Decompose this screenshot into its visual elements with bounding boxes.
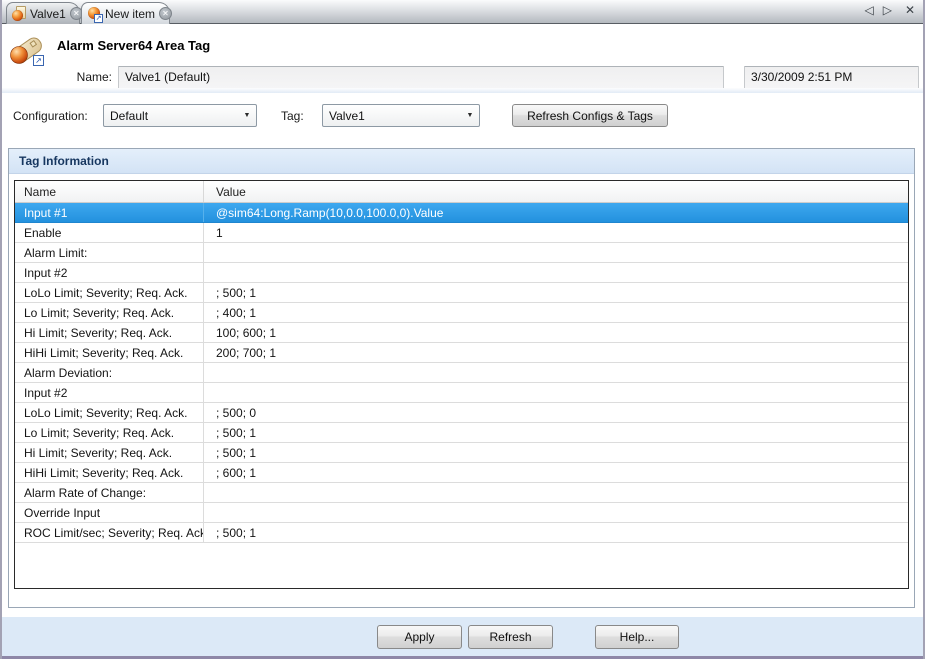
- close-icon[interactable]: ✕: [905, 4, 915, 16]
- chevron-down-icon: ▼: [238, 112, 256, 119]
- table-row[interactable]: Input #2: [15, 263, 908, 283]
- tag-information-groupbox: Tag Information Name Value Input #1 @sim…: [8, 148, 915, 608]
- tag-information-header: Tag Information: [9, 149, 914, 174]
- row-name-cell: Input #1: [15, 203, 204, 222]
- row-name-cell: Hi Limit; Severity; Req. Ack.: [15, 443, 204, 462]
- chevron-down-icon: ▼: [461, 112, 479, 119]
- row-value-cell: ; 600; 1: [204, 463, 908, 482]
- tab-valve1[interactable]: Valve1 ✕: [6, 2, 80, 24]
- row-value-cell: ; 500; 0: [204, 403, 908, 422]
- table-row[interactable]: Lo Limit; Severity; Req. Ack. ; 400; 1: [15, 303, 908, 323]
- row-value-cell: [204, 263, 908, 282]
- table-row[interactable]: Input #2: [15, 383, 908, 403]
- name-label: Name:: [60, 70, 112, 84]
- table-row[interactable]: Hi Limit; Severity; Req. Ack. 100; 600; …: [15, 323, 908, 343]
- alarm-server-tag-window: Valve1 ✕ ↗ New item ✕ ◁ ▷ ✕: [0, 0, 925, 659]
- table-header-row: Name Value: [15, 181, 908, 203]
- tab-close-icon[interactable]: ✕: [159, 7, 172, 20]
- timestamp-field: 3/30/2009 2:51 PM: [744, 66, 919, 89]
- row-name-cell: HiHi Limit; Severity; Req. Ack.: [15, 343, 204, 362]
- refresh-button[interactable]: Refresh: [468, 625, 553, 649]
- tab-new-item[interactable]: ↗ New item ✕: [81, 2, 170, 24]
- row-name-cell: Alarm Deviation:: [15, 363, 204, 382]
- row-value-cell: [204, 503, 908, 522]
- table-row[interactable]: Lo Limit; Severity; Req. Ack. ; 500; 1: [15, 423, 908, 443]
- row-value-cell: ; 500; 1: [204, 283, 908, 302]
- row-name-cell: LoLo Limit; Severity; Req. Ack.: [15, 283, 204, 302]
- configuration-label: Configuration:: [13, 109, 88, 123]
- tag-table-body: Input #1 @sim64:Long.Ramp(10,0.0,100.0,0…: [15, 203, 908, 543]
- row-value-cell: ; 500; 1: [204, 523, 908, 542]
- row-name-cell: LoLo Limit; Severity; Req. Ack.: [15, 403, 204, 422]
- column-header-name[interactable]: Name: [15, 181, 204, 202]
- row-value-cell: [204, 383, 908, 402]
- tag-label: Tag:: [281, 109, 304, 123]
- table-row[interactable]: Enable 1: [15, 223, 908, 243]
- row-name-cell: Lo Limit; Severity; Req. Ack.: [15, 303, 204, 322]
- tag-dropdown-value: Valve1: [323, 109, 461, 123]
- tab-navigation: ◁ ▷ ✕: [864, 4, 915, 16]
- shortcut-arrow-icon: ↗: [33, 55, 44, 66]
- header-separator: [2, 88, 923, 93]
- column-header-value[interactable]: Value: [204, 181, 908, 202]
- table-row[interactable]: Hi Limit; Severity; Req. Ack. ; 500; 1: [15, 443, 908, 463]
- tab-label: Valve1: [30, 7, 66, 21]
- table-row[interactable]: LoLo Limit; Severity; Req. Ack. ; 500; 0: [15, 403, 908, 423]
- row-value-cell: ; 500; 1: [204, 443, 908, 462]
- table-row[interactable]: ROC Limit/sec; Severity; Req. Ack. ; 500…: [15, 523, 908, 543]
- table-row[interactable]: Alarm Rate of Change:: [15, 483, 908, 503]
- tag-information-table: Name Value Input #1 @sim64:Long.Ramp(10,…: [14, 180, 909, 589]
- row-name-cell: HiHi Limit; Severity; Req. Ack.: [15, 463, 204, 482]
- row-value-cell: [204, 243, 908, 262]
- name-field[interactable]: Valve1 (Default): [118, 66, 724, 89]
- table-row[interactable]: Input #1 @sim64:Long.Ramp(10,0.0,100.0,0…: [15, 203, 908, 223]
- nav-back-icon[interactable]: ◁: [864, 4, 873, 16]
- tab-label: New item: [105, 7, 155, 21]
- row-value-cell: 1: [204, 223, 908, 242]
- table-row[interactable]: Override Input: [15, 503, 908, 523]
- alarm-tag-icon: [12, 6, 27, 22]
- row-value-cell: ; 400; 1: [204, 303, 908, 322]
- alarm-tag-shortcut-icon: ↗: [87, 6, 102, 22]
- row-value-cell: @sim64:Long.Ramp(10,0.0,100.0,0).Value: [204, 203, 908, 222]
- table-row[interactable]: LoLo Limit; Severity; Req. Ack. ; 500; 1: [15, 283, 908, 303]
- help-button[interactable]: Help...: [595, 625, 679, 649]
- apply-button[interactable]: Apply: [377, 625, 462, 649]
- row-name-cell: Override Input: [15, 503, 204, 522]
- row-name-cell: Lo Limit; Severity; Req. Ack.: [15, 423, 204, 442]
- page-title: Alarm Server64 Area Tag: [57, 38, 210, 53]
- row-name-cell: ROC Limit/sec; Severity; Req. Ack.: [15, 523, 204, 542]
- row-value-cell: 100; 600; 1: [204, 323, 908, 342]
- table-row[interactable]: Alarm Deviation:: [15, 363, 908, 383]
- configuration-dropdown-value: Default: [104, 109, 238, 123]
- document-tab-bar: Valve1 ✕ ↗ New item ✕ ◁ ▷ ✕: [0, 0, 925, 24]
- table-row[interactable]: Alarm Limit:: [15, 243, 908, 263]
- row-name-cell: Input #2: [15, 263, 204, 282]
- row-name-cell: Alarm Limit:: [15, 243, 204, 262]
- configuration-dropdown[interactable]: Default ▼: [103, 104, 257, 127]
- row-name-cell: Enable: [15, 223, 204, 242]
- row-value-cell: [204, 363, 908, 382]
- refresh-configs-tags-button[interactable]: Refresh Configs & Tags: [512, 104, 668, 127]
- row-name-cell: Input #2: [15, 383, 204, 402]
- nav-forward-icon[interactable]: ▷: [883, 4, 892, 16]
- row-name-cell: Alarm Rate of Change:: [15, 483, 204, 502]
- row-value-cell: [204, 483, 908, 502]
- alarm-server-tag-icon: ↗: [8, 34, 46, 68]
- table-row[interactable]: HiHi Limit; Severity; Req. Ack. ; 600; 1: [15, 463, 908, 483]
- row-value-cell: 200; 700; 1: [204, 343, 908, 362]
- footer-bar: Apply Refresh Help...: [0, 617, 925, 656]
- row-name-cell: Hi Limit; Severity; Req. Ack.: [15, 323, 204, 342]
- table-row[interactable]: HiHi Limit; Severity; Req. Ack. 200; 700…: [15, 343, 908, 363]
- row-value-cell: ; 500; 1: [204, 423, 908, 442]
- tag-dropdown[interactable]: Valve1 ▼: [322, 104, 480, 127]
